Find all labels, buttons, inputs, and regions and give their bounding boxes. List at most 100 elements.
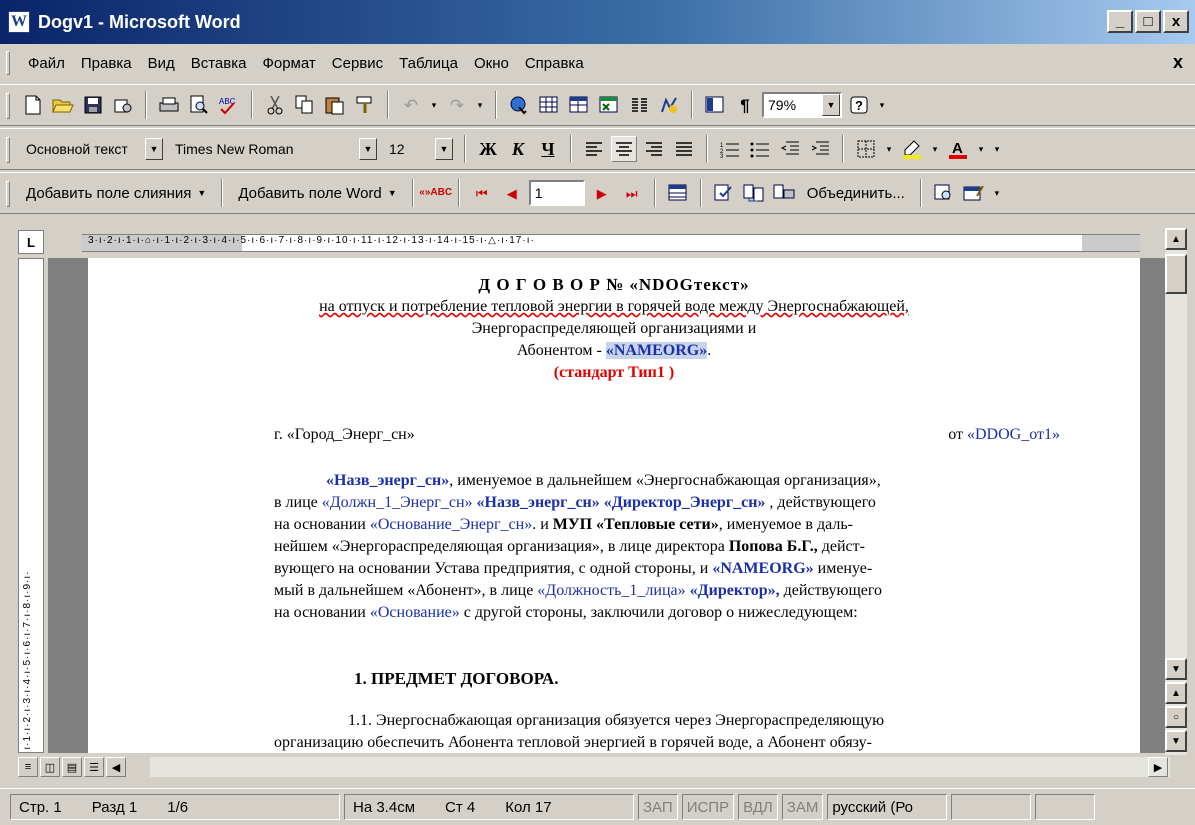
menu-tools[interactable]: Сервис <box>324 55 391 72</box>
numbering-icon[interactable]: 123 <box>717 136 743 162</box>
find-entry-icon[interactable] <box>931 180 957 206</box>
menu-window[interactable]: Окно <box>466 55 517 72</box>
scroll-right-icon[interactable]: ▶ <box>1148 757 1168 777</box>
open-icon[interactable] <box>50 92 76 118</box>
insert-table-icon[interactable] <box>566 92 592 118</box>
decrease-indent-icon[interactable] <box>777 136 803 162</box>
show-marks-icon[interactable]: ¶ <box>732 92 758 118</box>
record-number-field[interactable]: 1 <box>528 180 585 206</box>
align-left-icon[interactable] <box>581 136 607 162</box>
columns-icon[interactable] <box>626 92 652 118</box>
permission-icon[interactable] <box>110 92 136 118</box>
add-merge-field-button[interactable]: Добавить поле слияния ▼ <box>20 185 212 202</box>
hyperlink-icon[interactable] <box>506 92 532 118</box>
redo-icon[interactable]: ↷ <box>444 92 470 118</box>
print-layout-view-icon[interactable]: ▤ <box>62 757 82 777</box>
format-painter-icon[interactable] <box>352 92 378 118</box>
font-color-icon[interactable]: A <box>945 136 971 162</box>
align-center-icon[interactable] <box>611 136 637 162</box>
font-dropdown-icon[interactable]: ▼ <box>359 138 377 160</box>
style-combo[interactable]: Основной текст ▼ <box>20 136 165 162</box>
new-icon[interactable] <box>20 92 46 118</box>
toolbar-options-icon[interactable]: ▾ <box>991 180 1003 206</box>
document-area[interactable]: Д О Г О В О Р № «NDOGтекст» на отпуск и … <box>48 258 1168 753</box>
dropdown-arrow-icon[interactable]: ▾ <box>883 136 895 162</box>
maximize-button[interactable]: □ <box>1135 10 1161 33</box>
save-icon[interactable] <box>80 92 106 118</box>
vertical-ruler[interactable]: ·ı·1·ı·2·ı·3·ı·4·ı·5·ı·6·ı·7·ı·8·ı·9·ı· <box>18 258 44 753</box>
word-app-icon[interactable]: W <box>8 11 30 33</box>
first-record-icon[interactable]: ⏮ <box>469 180 495 206</box>
copy-icon[interactable] <box>292 92 318 118</box>
help-icon[interactable]: ? <box>846 92 872 118</box>
horizontal-ruler[interactable]: 3·ı·2·ı·1·ı·⌂·ı·1·ı·2·ı·3·ı·4·ı·5·ı·6·ı·… <box>82 234 1140 252</box>
horizontal-scrollbar[interactable] <box>150 757 1170 777</box>
menu-view[interactable]: Вид <box>140 55 183 72</box>
menu-insert[interactable]: Вставка <box>183 55 255 72</box>
check-errors-icon[interactable] <box>711 180 737 206</box>
scroll-thumb[interactable] <box>1165 254 1187 294</box>
justify-icon[interactable] <box>671 136 697 162</box>
borders-icon[interactable] <box>853 136 879 162</box>
status-rec[interactable]: ЗАП <box>638 794 678 820</box>
undo-icon[interactable]: ↶ <box>398 92 424 118</box>
document-page[interactable]: Д О Г О В О Р № «NDOGтекст» на отпуск и … <box>88 258 1140 753</box>
next-page-icon[interactable]: ▼ <box>1165 730 1187 752</box>
date-merge-field[interactable]: «DDOG_от1» <box>967 426 1060 443</box>
print-preview-icon[interactable] <box>186 92 212 118</box>
cut-icon[interactable] <box>262 92 288 118</box>
font-size-dropdown-icon[interactable]: ▼ <box>435 138 453 160</box>
dropdown-arrow-icon[interactable]: ▾ <box>929 136 941 162</box>
drawing-icon[interactable] <box>656 92 682 118</box>
select-browse-object-icon[interactable]: ○ <box>1165 706 1187 728</box>
scroll-up-icon[interactable]: ▲ <box>1165 228 1187 250</box>
tab-selector[interactable]: L <box>18 230 44 254</box>
close-button[interactable]: x <box>1163 10 1189 33</box>
tables-borders-icon[interactable] <box>536 92 562 118</box>
vertical-scrollbar[interactable]: ▲ ▼ ▲ ○ ▼ <box>1165 228 1187 755</box>
font-size-combo[interactable]: 12 ▼ <box>383 136 455 162</box>
dropdown-arrow-icon[interactable]: ▾ <box>474 92 486 118</box>
dropdown-arrow-icon[interactable]: ▾ <box>975 136 987 162</box>
zoom-dropdown-icon[interactable]: ▼ <box>822 94 840 116</box>
menu-file[interactable]: Файл <box>20 55 73 72</box>
status-ovr[interactable]: ЗАМ <box>781 794 824 820</box>
menu-grip[interactable] <box>6 51 10 75</box>
menu-format[interactable]: Формат <box>254 55 323 72</box>
status-ext[interactable]: ВДЛ <box>738 794 778 820</box>
merge-to-document-icon[interactable] <box>741 180 767 206</box>
previous-record-icon[interactable]: ◀ <box>499 180 525 206</box>
align-right-icon[interactable] <box>641 136 667 162</box>
mail-merge-recipients-icon[interactable] <box>665 180 691 206</box>
insert-excel-icon[interactable] <box>596 92 622 118</box>
font-combo[interactable]: Times New Roman ▼ <box>169 136 379 162</box>
edit-data-source-icon[interactable] <box>961 180 987 206</box>
add-word-field-button[interactable]: Добавить поле Word ▼ <box>232 185 402 202</box>
underline-button[interactable]: Ч <box>535 136 561 162</box>
spelling-icon[interactable]: ABC <box>216 92 242 118</box>
minimize-button[interactable]: _ <box>1107 10 1133 33</box>
scroll-down-icon[interactable]: ▼ <box>1165 658 1187 680</box>
menu-edit[interactable]: Правка <box>73 55 140 72</box>
status-language[interactable]: русский (Ро <box>827 794 948 820</box>
view-merged-data-icon[interactable]: «»ABC <box>419 180 452 206</box>
web-view-icon[interactable]: ◫ <box>40 757 60 777</box>
nameorg-merge-field[interactable]: «NAMEORG» <box>605 342 708 359</box>
highlight-icon[interactable] <box>899 136 925 162</box>
toolbar-options-icon[interactable]: ▾ <box>991 136 1003 162</box>
bullets-icon[interactable] <box>747 136 773 162</box>
merge-button[interactable]: Объединить... <box>801 185 911 202</box>
bold-button[interactable]: Ж <box>475 136 501 162</box>
previous-page-icon[interactable]: ▲ <box>1165 682 1187 704</box>
menu-table[interactable]: Таблица <box>391 55 466 72</box>
toolbar-grip[interactable] <box>6 181 10 207</box>
toolbar-grip[interactable] <box>6 137 10 163</box>
merge-to-printer-icon[interactable] <box>771 180 797 206</box>
zoom-combo[interactable]: 79% ▼ <box>762 92 842 118</box>
increase-indent-icon[interactable] <box>807 136 833 162</box>
document-map-icon[interactable] <box>702 92 728 118</box>
normal-view-icon[interactable]: ≡ <box>18 757 38 777</box>
italic-button[interactable]: К <box>505 136 531 162</box>
close-document-button[interactable]: x <box>1173 52 1183 73</box>
style-dropdown-icon[interactable]: ▼ <box>145 138 163 160</box>
